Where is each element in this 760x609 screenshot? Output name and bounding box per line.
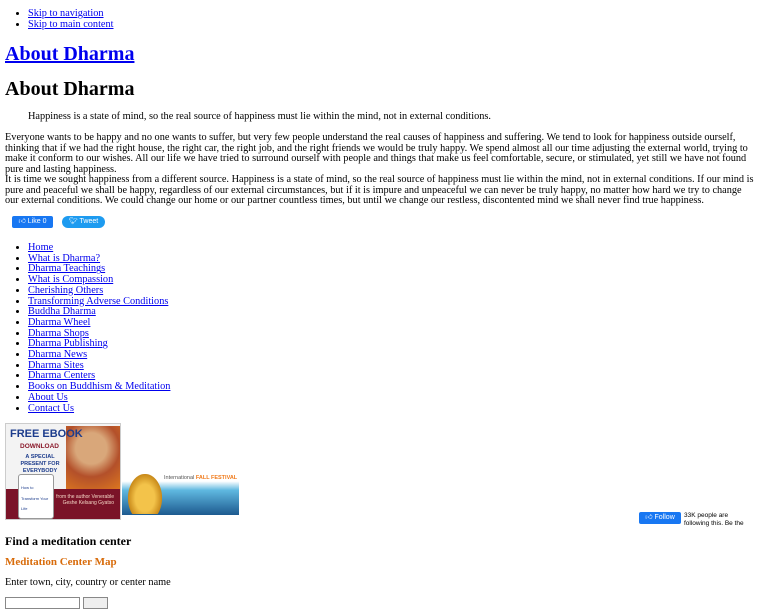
nav-link-home[interactable]: Home: [28, 242, 53, 253]
free-ebook-banner[interactable]: FREE EBOOK DOWNLOAD A SPECIAL PRESENT FO…: [5, 423, 121, 520]
nav-link-dharma-news[interactable]: Dharma News: [28, 349, 87, 360]
facebook-like-button[interactable]: 👍︎ Like 0: [12, 216, 53, 228]
ebook-subtitle: A SPECIAL PRESENT FOR EVERYBODY: [20, 454, 60, 474]
skip-to-navigation-link[interactable]: Skip to navigation: [28, 8, 104, 19]
follower-count-text: 33K people are following this. Be the: [684, 512, 744, 527]
nav-link-dharma-shops[interactable]: Dharma Shops: [28, 328, 89, 339]
facebook-follow-button[interactable]: 👍︎ Follow: [639, 512, 681, 524]
search-button[interactable]: [83, 597, 108, 609]
center-search-input[interactable]: [5, 597, 80, 609]
paragraph: Everyone wants to be happy and no one wa…: [5, 132, 748, 176]
nav-link-what-is-compassion[interactable]: What is Compassion: [28, 274, 113, 285]
ebook-download: DOWNLOAD: [20, 443, 59, 450]
tweet-button[interactable]: 🐦︎ Tweet: [62, 216, 105, 228]
site-title: About Dharma: [5, 43, 134, 65]
nav-link-transforming-adverse-conditions[interactable]: Transforming Adverse Conditions: [28, 296, 168, 307]
find-center-heading: Find a meditation center: [5, 534, 132, 548]
thumbs-up-icon: 👍︎: [18, 218, 26, 225]
fall-festival-banner[interactable]: International FALL FESTIVAL: [122, 470, 239, 515]
paragraph: It is time we sought happiness from a di…: [5, 174, 754, 207]
search-label: Enter town, city, country or center name: [5, 577, 171, 588]
thumbs-up-icon: 👍︎: [645, 514, 653, 521]
festival-title: International FALL FESTIVAL: [164, 475, 238, 481]
nav-link-dharma-publishing[interactable]: Dharma Publishing: [28, 338, 108, 349]
skip-links: Skip to navigation Skip to main content: [0, 8, 114, 30]
nav-link-cherishing-others[interactable]: Cherishing Others: [28, 285, 103, 296]
nav-link-dharma-centers[interactable]: Dharma Centers: [28, 370, 95, 382]
nav-item: Contact Us: [28, 403, 170, 415]
nav-link-books-on-buddhism-meditation[interactable]: Books on Buddhism & Meditation: [28, 381, 170, 392]
twitter-bird-icon: 🐦︎: [68, 218, 78, 225]
nav-link-what-is-dharma[interactable]: What is Dharma?: [28, 253, 100, 264]
skip-to-content-link[interactable]: Skip to main content: [28, 19, 114, 30]
site-title-link[interactable]: About Dharma: [5, 43, 134, 65]
buddha-image: [128, 474, 162, 514]
nav-link-dharma-teachings[interactable]: Dharma Teachings: [28, 263, 105, 275]
main-navigation: HomeWhat is Dharma?Dharma TeachingsWhat …: [0, 242, 170, 415]
nav-link-about-us[interactable]: About Us: [28, 392, 68, 403]
intro-quote: Happiness is a state of mind, so the rea…: [28, 111, 491, 122]
phone-image: How to Transform Your Life: [18, 474, 54, 519]
ebook-headline: FREE EBOOK: [10, 428, 83, 440]
nav-link-contact-us[interactable]: Contact Us: [28, 403, 74, 414]
nav-link-dharma-wheel[interactable]: Dharma Wheel: [28, 317, 90, 328]
meditation-center-map-link[interactable]: Meditation Center Map: [5, 557, 117, 568]
page-title: About Dharma: [5, 78, 135, 100]
nav-link-dharma-sites[interactable]: Dharma Sites: [28, 360, 84, 371]
nav-link-buddha-dharma[interactable]: Buddha Dharma: [28, 306, 96, 317]
